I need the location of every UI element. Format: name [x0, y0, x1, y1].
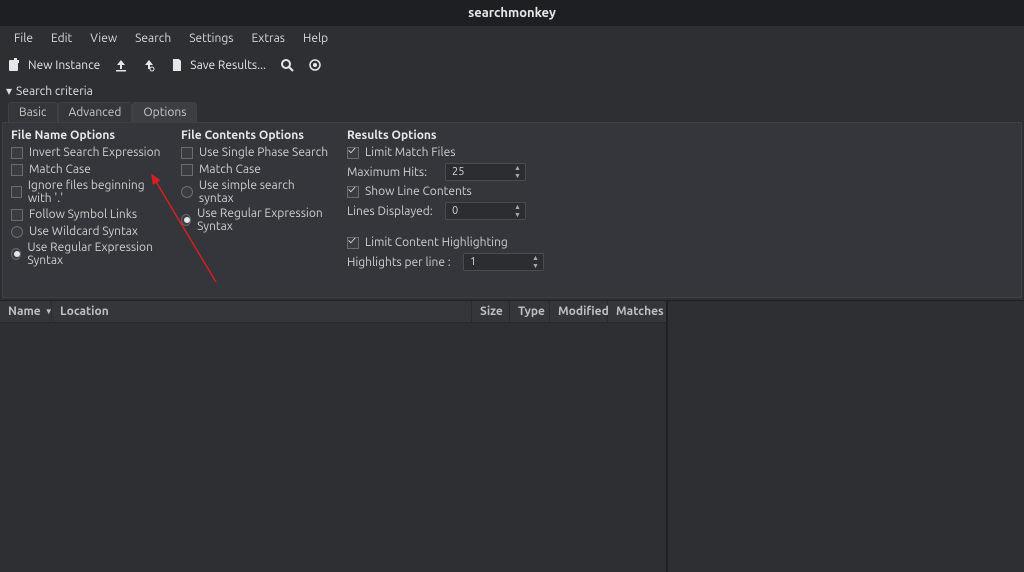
results-options-group: Results Options Limit Match Files Maximu…	[347, 129, 523, 289]
tab-options[interactable]: Options	[132, 102, 197, 122]
preview-pane[interactable]	[668, 301, 1024, 572]
window-title: searchmonkey	[468, 6, 556, 20]
fn-regex-radio[interactable]	[11, 248, 21, 260]
export-button[interactable]	[142, 58, 156, 72]
file-contents-options-group: File Contents Options Use Single Phase S…	[181, 129, 339, 289]
show-line-checkbox[interactable]	[347, 186, 359, 198]
wildcard-label: Use Wildcard Syntax	[29, 225, 138, 238]
max-hits-label: Maximum Hits:	[347, 166, 437, 179]
ignore-dot-checkbox[interactable]	[11, 186, 22, 198]
new-instance-button[interactable]: New Instance	[8, 58, 100, 72]
col-name-label: Name	[8, 305, 41, 318]
fc-regex-label: Use Regular Expression Syntax	[197, 207, 331, 233]
lines-displayed-spinner[interactable]: 0 ▲▼	[445, 202, 526, 220]
menu-file[interactable]: File	[6, 29, 41, 48]
fc-match-case-checkbox[interactable]	[181, 164, 193, 176]
lines-displayed-up[interactable]: ▲	[510, 203, 525, 211]
fc-regex-radio[interactable]	[181, 214, 191, 226]
results-table-body[interactable]	[0, 323, 666, 572]
max-hits-up[interactable]: ▲	[510, 164, 525, 172]
fn-match-case-label: Match Case	[29, 163, 91, 176]
new-instance-label: New Instance	[28, 59, 100, 72]
fn-match-case-checkbox[interactable]	[11, 164, 23, 176]
search-button[interactable]	[280, 58, 294, 72]
single-phase-label: Use Single Phase Search	[199, 146, 328, 159]
tab-basic[interactable]: Basic	[8, 102, 58, 122]
max-hits-down[interactable]: ▼	[510, 172, 525, 180]
file-name-options-group: File Name Options Invert Search Expressi…	[11, 129, 173, 289]
single-phase-checkbox[interactable]	[181, 147, 193, 159]
col-size[interactable]: Size	[472, 301, 510, 322]
simple-syntax-label: Use simple search syntax	[199, 179, 331, 205]
col-modified[interactable]: Modified	[550, 301, 608, 322]
lines-displayed-label: Lines Displayed:	[347, 205, 437, 218]
results-area: Name ▼ Location Size Type Modified Match…	[0, 300, 1024, 572]
lines-displayed-down[interactable]: ▼	[510, 211, 525, 219]
col-type[interactable]: Type	[510, 301, 550, 322]
results-table-pane: Name ▼ Location Size Type Modified Match…	[0, 301, 668, 572]
limit-match-label: Limit Match Files	[365, 146, 455, 159]
simple-syntax-radio[interactable]	[181, 186, 193, 198]
menu-extras[interactable]: Extras	[243, 29, 293, 48]
results-header-row: Name ▼ Location Size Type Modified Match…	[0, 301, 666, 323]
save-results-label: Save Results...	[190, 59, 266, 72]
criteria-tabs: Basic Advanced Options	[0, 102, 1024, 122]
target-icon	[308, 58, 322, 72]
window-titlebar: searchmonkey	[0, 0, 1024, 26]
new-instance-icon	[8, 58, 22, 72]
col-location[interactable]: Location	[52, 301, 472, 322]
follow-symlinks-checkbox[interactable]	[11, 209, 23, 221]
lines-displayed-value: 0	[446, 205, 510, 217]
export-icon	[142, 58, 156, 72]
menu-search[interactable]: Search	[127, 29, 179, 48]
save-results-button[interactable]: Save Results...	[170, 58, 266, 72]
wildcard-radio[interactable]	[11, 226, 23, 238]
upload-icon	[114, 58, 128, 72]
search-criteria-label: Search criteria	[16, 85, 93, 98]
col-matches[interactable]: Matches	[608, 301, 666, 322]
target-button[interactable]	[308, 58, 322, 72]
expand-icon: ▾	[6, 84, 12, 98]
menu-view[interactable]: View	[82, 29, 125, 48]
menubar: File Edit View Search Settings Extras He…	[0, 26, 1024, 50]
upload-button[interactable]	[114, 58, 128, 72]
menu-settings[interactable]: Settings	[181, 29, 241, 48]
file-name-options-title: File Name Options	[11, 129, 165, 142]
file-contents-options-title: File Contents Options	[181, 129, 331, 142]
max-hits-spinner[interactable]: 25 ▲▼	[445, 163, 526, 181]
tab-advanced[interactable]: Advanced	[58, 102, 133, 122]
toolbar: New Instance Save Results...	[0, 50, 1024, 80]
max-hits-value: 25	[446, 166, 510, 178]
limit-match-checkbox[interactable]	[347, 147, 359, 159]
follow-symlinks-label: Follow Symbol Links	[29, 208, 137, 221]
results-options-title: Results Options	[347, 129, 515, 142]
ignore-dot-label: Ignore files beginning with '.'	[28, 179, 165, 205]
options-panel: File Name Options Invert Search Expressi…	[2, 122, 1022, 298]
limit-highlight-label: Limit Content Highlighting	[365, 236, 508, 249]
document-icon	[170, 58, 184, 72]
highlights-up[interactable]: ▲	[528, 254, 543, 262]
highlights-spinner[interactable]: 1 ▲▼	[463, 253, 544, 271]
search-criteria-header[interactable]: ▾ Search criteria	[0, 80, 1024, 102]
fc-match-case-label: Match Case	[199, 163, 261, 176]
search-icon	[280, 58, 294, 72]
col-name[interactable]: Name ▼	[0, 301, 52, 322]
highlights-down[interactable]: ▼	[528, 262, 543, 270]
limit-highlight-checkbox[interactable]	[347, 237, 359, 249]
highlights-label: Highlights per line :	[347, 256, 455, 269]
highlights-value: 1	[464, 256, 528, 268]
show-line-label: Show Line Contents	[365, 185, 472, 198]
invert-search-checkbox[interactable]	[11, 147, 23, 159]
invert-search-label: Invert Search Expression	[29, 146, 160, 159]
menu-help[interactable]: Help	[295, 29, 336, 48]
fn-regex-label: Use Regular Expression Syntax	[27, 241, 165, 267]
menu-edit[interactable]: Edit	[43, 29, 80, 48]
